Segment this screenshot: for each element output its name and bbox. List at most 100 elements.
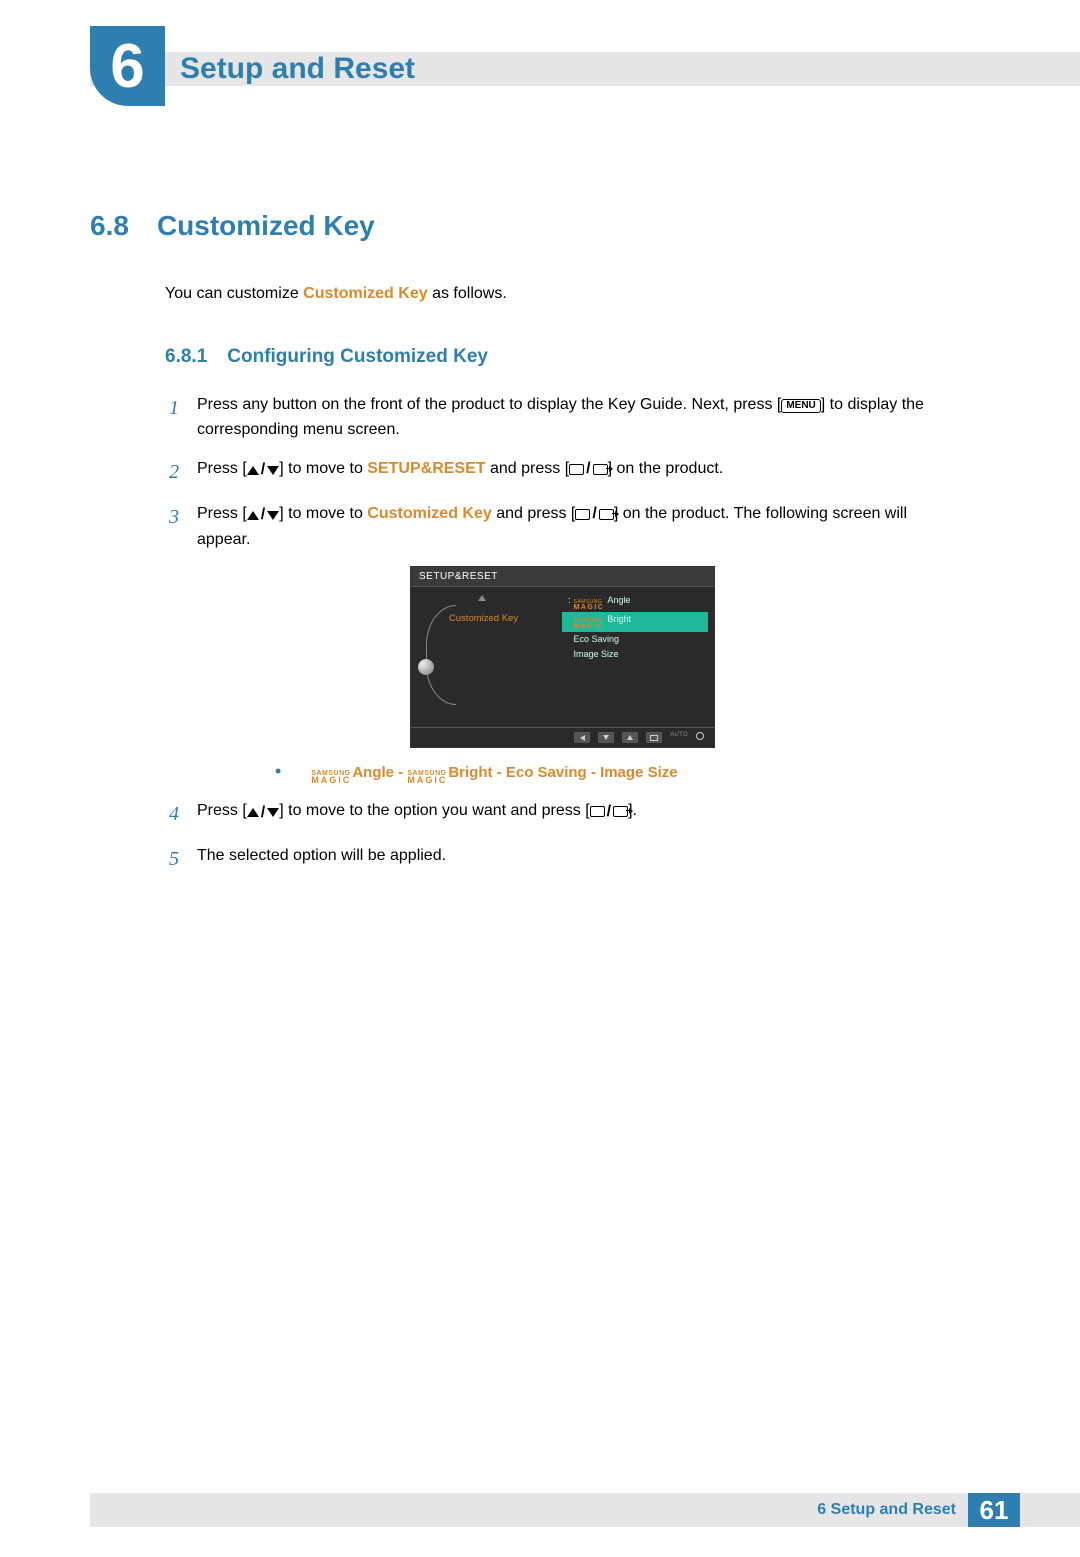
step-number: 3 xyxy=(165,502,179,553)
enter-icon xyxy=(613,806,628,817)
osd-option-image-size: : Image Size xyxy=(562,647,708,663)
step-number: 1 xyxy=(165,393,179,443)
osd-nav-down xyxy=(598,732,614,743)
page-number: 61 xyxy=(968,1493,1020,1527)
step-number: 2 xyxy=(165,457,179,488)
step2-mid2: and press [ xyxy=(486,460,570,477)
chapter-header: Setup and Reset 6 xyxy=(0,30,1080,110)
opt-angle: Angle xyxy=(352,764,394,781)
opt-size: Image Size xyxy=(600,764,678,781)
samsung-magic-logo: SAMSUNG MAGIC xyxy=(574,619,605,629)
section-title: Customized Key xyxy=(157,210,375,242)
up-down-icon: / xyxy=(247,458,279,483)
osd-left-panel: Customized Key xyxy=(411,587,556,727)
step-text: Press [/] to move to SETUP&RESET and pre… xyxy=(197,457,960,488)
step-text: The selected option will be applied. xyxy=(197,844,960,875)
osd-option-label: Bright xyxy=(607,614,631,626)
step-3: 3 Press [/] to move to Customized Key an… xyxy=(165,502,960,553)
page-content: 6.8 Customized Key You can customize Cus… xyxy=(0,110,1080,875)
osd-nav-auto: AUTO xyxy=(670,732,688,743)
step3-mid2: and press [ xyxy=(492,505,576,522)
step1-pre: Press any button on the front of the pro… xyxy=(197,396,781,413)
rect-icon xyxy=(590,806,605,817)
menu-button-icon: MENU xyxy=(781,399,820,413)
chapter-number: 6 xyxy=(110,31,144,102)
manual-page: Setup and Reset 6 6.8 Customized Key You… xyxy=(0,30,1080,1557)
osd-option-magic-angle: : SAMSUNG MAGIC Angle xyxy=(562,593,708,612)
step-5: 5 The selected option will be applied. xyxy=(165,844,960,875)
section-heading: 6.8 Customized Key xyxy=(90,210,960,242)
osd-nav-enter xyxy=(646,732,662,743)
osd-option-eco-saving: : Eco Saving xyxy=(562,632,708,648)
options-list: SAMSUNG MAGIC Angle - SAMSUNG MAGIC Brig… xyxy=(311,764,677,783)
down-icon xyxy=(603,735,609,740)
select-enter-icon: / xyxy=(575,502,613,527)
subsection-title: Configuring Customized Key xyxy=(227,346,488,368)
chapter-badge: 6 xyxy=(90,26,165,106)
footer-chapter: 6 Setup and Reset xyxy=(817,1501,956,1519)
osd-screenshot: SETUP&RESET Customized Key : SAMSUNG xyxy=(410,566,715,748)
osd-options-panel: : SAMSUNG MAGIC Angle : SAMSUNG MAGIC xyxy=(556,587,714,727)
osd-nav-back xyxy=(574,732,590,743)
up-down-icon: / xyxy=(247,503,279,528)
opt-eco: Eco Saving xyxy=(506,764,587,781)
triangle-up-icon xyxy=(247,466,259,475)
chapter-title: Setup and Reset xyxy=(180,52,415,86)
osd-nav-up xyxy=(622,732,638,743)
enter-icon xyxy=(650,735,658,741)
osd-nav-power xyxy=(696,732,704,743)
customized-key-label: Customized Key xyxy=(367,505,491,522)
step-text: Press [/] to move to the option you want… xyxy=(197,799,960,830)
step2-post: ] on the product. xyxy=(608,460,724,477)
up-down-icon: / xyxy=(247,801,279,826)
subsection-number: 6.8.1 xyxy=(165,346,207,368)
samsung-magic-logo: SAMSUNG MAGIC xyxy=(407,772,447,783)
step-text: Press any button on the front of the pro… xyxy=(197,393,960,443)
opt-bright: Bright xyxy=(448,764,492,781)
triangle-up-icon xyxy=(247,511,259,520)
step-1: 1 Press any button on the front of the p… xyxy=(165,393,960,443)
enter-icon xyxy=(599,509,614,520)
page-footer: 6 Setup and Reset 61 xyxy=(90,1493,1080,1527)
chapter-title-bar: Setup and Reset xyxy=(90,52,1080,86)
step2-mid1: ] to move to xyxy=(279,460,367,477)
osd-navbar: AUTO xyxy=(411,727,714,747)
step-4: 4 Press [/] to move to the option you wa… xyxy=(165,799,960,830)
step3-mid1: ] to move to xyxy=(279,505,367,522)
triangle-down-icon xyxy=(267,511,279,520)
step-number: 4 xyxy=(165,799,179,830)
triangle-down-icon xyxy=(267,466,279,475)
options-bullet: • SAMSUNG MAGIC Angle - SAMSUNG MAGIC Br… xyxy=(275,764,960,783)
osd-colon: : xyxy=(568,595,571,607)
step4-pre: Press [ xyxy=(197,802,247,819)
steps-list: 1 Press any button on the front of the p… xyxy=(165,393,960,875)
triangle-down-icon xyxy=(267,808,279,817)
osd-option-magic-bright: : SAMSUNG MAGIC Bright xyxy=(562,612,708,631)
osd-option-label: Eco Saving xyxy=(574,634,620,646)
up-icon xyxy=(627,735,633,740)
triangle-up-icon xyxy=(247,808,259,817)
step4-mid1: ] to move to the option you want and pre… xyxy=(279,802,589,819)
intro-pre: You can customize xyxy=(165,285,303,302)
osd-title: SETUP&RESET xyxy=(411,567,714,587)
section-number: 6.8 xyxy=(90,210,129,242)
bullet-icon: • xyxy=(275,765,281,778)
setup-reset-label: SETUP&RESET xyxy=(367,460,485,477)
power-icon xyxy=(696,732,704,740)
step-text: Press [/] to move to Customized Key and … xyxy=(197,502,960,553)
intro-post: as follows. xyxy=(428,285,507,302)
subsection-heading: 6.8.1 Configuring Customized Key xyxy=(165,346,960,368)
select-enter-icon: / xyxy=(590,800,628,825)
osd-body: Customized Key : SAMSUNG MAGIC Angle xyxy=(411,587,714,727)
osd-option-label: Angle xyxy=(607,595,630,607)
step2-pre: Press [ xyxy=(197,460,247,477)
samsung-magic-logo: SAMSUNG MAGIC xyxy=(311,772,351,783)
step-2: 2 Press [/] to move to SETUP&RESET and p… xyxy=(165,457,960,488)
osd-option-label: Image Size xyxy=(574,649,619,661)
rect-icon xyxy=(575,509,590,520)
section-intro: You can customize Customized Key as foll… xyxy=(165,282,960,306)
back-icon xyxy=(580,735,585,741)
select-enter-icon: / xyxy=(569,457,607,482)
intro-bold: Customized Key xyxy=(303,285,427,302)
enter-icon xyxy=(593,464,608,475)
